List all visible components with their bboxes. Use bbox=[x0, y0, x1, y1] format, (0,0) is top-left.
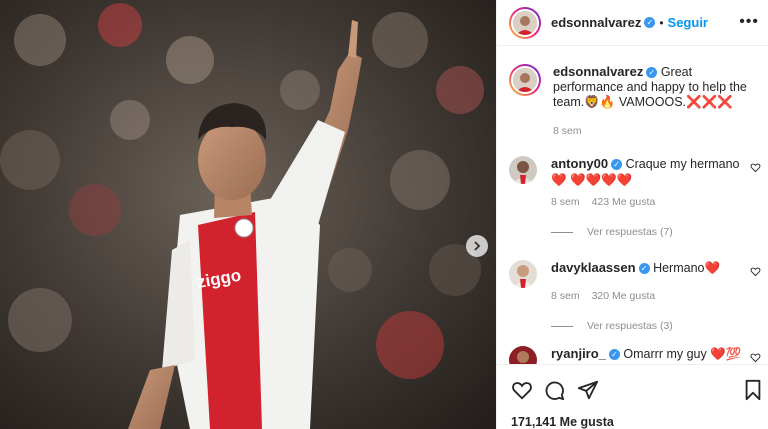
view-replies-label: Ver respuestas (7) bbox=[587, 226, 673, 238]
follow-button[interactable]: Seguir bbox=[668, 15, 708, 30]
chevron-right-icon bbox=[472, 241, 482, 251]
post-header: edsonnalvarez ✓ • Seguir ••• bbox=[497, 0, 768, 46]
caption-avatar[interactable] bbox=[509, 64, 541, 96]
verified-badge-icon: ✓ bbox=[638, 263, 650, 275]
more-options-button[interactable]: ••• bbox=[739, 14, 759, 30]
verified-badge-icon: ✓ bbox=[608, 349, 620, 361]
post-caption: edsonnalvarez ✓ Great performance and hap… bbox=[509, 64, 761, 139]
post-side-panel: edsonnalvarez ✓ • Seguir ••• edsonnalvar… bbox=[496, 0, 768, 429]
bookmark-icon[interactable] bbox=[743, 379, 763, 404]
commenter-avatar[interactable] bbox=[509, 260, 537, 288]
verified-badge-icon: ✓ bbox=[644, 17, 656, 28]
view-replies-button[interactable]: Ver respuestas (3) bbox=[551, 318, 747, 334]
replies-line bbox=[551, 231, 573, 233]
post-photo[interactable]: ziggo bbox=[0, 0, 496, 429]
comment-item: antony00 ✓ Craque my hermano ❤️ ❤️❤️❤️❤️ … bbox=[509, 156, 765, 240]
caption-username[interactable]: edsonnalvarez bbox=[553, 64, 643, 79]
comment-item: ryanjiro_ ✓ Omarrr my guy ❤️💯 bbox=[509, 346, 765, 364]
heart-icon[interactable] bbox=[750, 160, 761, 176]
verified-badge-icon: ✓ bbox=[611, 159, 623, 171]
player-photo-illustration: ziggo bbox=[0, 0, 496, 429]
comment-age: 8 sem bbox=[551, 290, 580, 302]
share-icon[interactable] bbox=[577, 379, 599, 404]
comment-username[interactable]: ryanjiro_ bbox=[551, 346, 606, 361]
separator-dot: • bbox=[659, 15, 664, 30]
comments-list[interactable]: edsonnalvarez ✓ Great performance and hap… bbox=[497, 46, 768, 364]
author-avatar[interactable] bbox=[509, 6, 541, 39]
comment-username[interactable]: davyklaassen bbox=[551, 260, 636, 275]
heart-icon[interactable] bbox=[750, 264, 761, 280]
comment-icon[interactable] bbox=[543, 379, 565, 404]
view-replies-label: Ver respuestas (3) bbox=[587, 320, 673, 332]
comment-age: 8 sem bbox=[551, 196, 580, 208]
commenter-avatar[interactable] bbox=[509, 156, 537, 184]
next-photo-button[interactable] bbox=[466, 235, 488, 257]
comment-item: davyklaassen ✓ Hermano❤️ 8 sem 320 Me gus… bbox=[509, 260, 765, 334]
heart-icon[interactable] bbox=[511, 379, 533, 404]
likes-count[interactable]: 171,141 Me gusta bbox=[511, 415, 614, 429]
view-replies-button[interactable]: Ver respuestas (7) bbox=[551, 224, 747, 240]
verified-badge-icon: ✓ bbox=[646, 67, 658, 79]
replies-line bbox=[551, 325, 573, 327]
post-actions: 171,141 Me gusta bbox=[497, 364, 768, 429]
comment-text: Hermano❤️ bbox=[653, 261, 721, 275]
comment-text: Omarrr my guy ❤️💯 bbox=[623, 347, 742, 361]
comment-meta: 8 sem 423 Me gusta bbox=[551, 194, 747, 210]
author-username[interactable]: edsonnalvarez bbox=[551, 15, 641, 30]
heart-icon[interactable] bbox=[750, 350, 761, 364]
comment-meta: 8 sem 320 Me gusta bbox=[551, 288, 747, 304]
caption-age: 8 sem bbox=[553, 125, 582, 137]
comment-username[interactable]: antony00 bbox=[551, 156, 608, 171]
comment-likes[interactable]: 423 Me gusta bbox=[592, 194, 656, 210]
commenter-avatar[interactable] bbox=[509, 346, 537, 364]
comment-likes[interactable]: 320 Me gusta bbox=[592, 288, 656, 304]
